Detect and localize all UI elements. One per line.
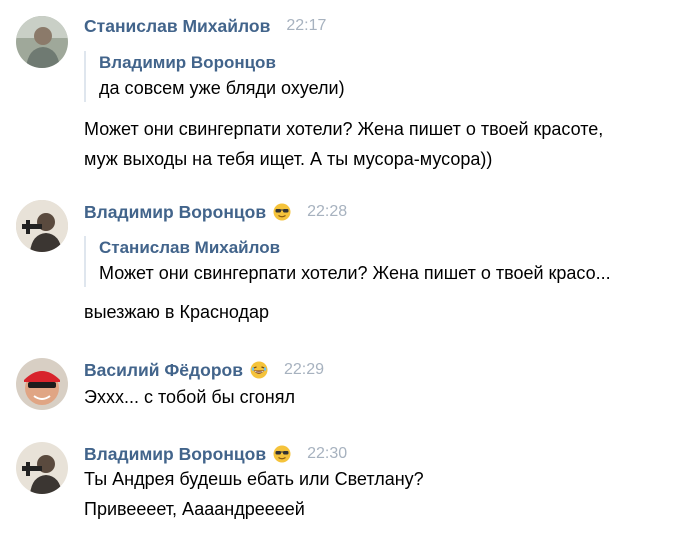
message-time[interactable]: 22:30 (307, 445, 347, 463)
avatar-stanislav[interactable] (16, 16, 68, 68)
message-text: Может они свингерпати хотели? Жена пишет… (84, 114, 603, 174)
quote-author: Владимир Воронцов (99, 53, 276, 72)
avatar-vasily[interactable] (16, 358, 68, 410)
message-line: муж выходы на тебя ищет. А ты мусора-мус… (84, 149, 493, 169)
chat-history: Станислав Михайлов 22:17 Владимир Воронц… (0, 0, 699, 538)
avatar-vladimir[interactable] (16, 442, 68, 494)
message-time[interactable]: 22:28 (307, 203, 347, 221)
quoted-message[interactable]: Станислав Михайлов Может они свингерпати… (84, 236, 684, 287)
message-time[interactable]: 22:29 (284, 361, 324, 379)
author-name[interactable]: Станислав Михайлов (84, 16, 270, 37)
author-name[interactable]: Владимир Воронцов (84, 202, 266, 223)
quote-text: да совсем уже бляди охуели) (99, 78, 345, 98)
message-header: Василий Фёдоров 22:29 (84, 358, 324, 382)
author-name[interactable]: Владимир Воронцов (84, 444, 266, 465)
message-text: Ты Андрея будешь ебать или Светлану? При… (84, 464, 424, 524)
message-text: выезжаю в Краснодар (84, 297, 269, 327)
message-line: Эххх... с тобой бы сгонял (84, 387, 295, 407)
message-header: Владимир Воронцов 22:30 (84, 442, 347, 466)
quote-author: Станислав Михайлов (99, 238, 281, 257)
message-header: Станислав Михайлов 22:17 (84, 14, 326, 38)
quote-text: Может они свингерпати хотели? Жена пишет… (99, 263, 611, 283)
sunglasses-emoji-icon (273, 445, 291, 463)
quoted-message[interactable]: Владимир Воронцов да совсем уже бляди ох… (84, 51, 684, 102)
author-name[interactable]: Василий Фёдоров (84, 360, 243, 381)
message-text: Эххх... с тобой бы сгонял (84, 382, 295, 412)
laughing-emoji-icon (250, 361, 268, 379)
message-header: Владимир Воронцов 22:28 (84, 200, 347, 224)
message-line: Ты Андрея будешь ебать или Светлану? (84, 469, 424, 489)
message-line: Привеееет, Аааандрееeей (84, 499, 305, 519)
avatar-vladimir[interactable] (16, 200, 68, 252)
message-line: выезжаю в Краснодар (84, 302, 270, 322)
message-time[interactable]: 22:17 (286, 17, 326, 35)
message-line: Может они свингерпати хотели? Жена пишет… (84, 119, 604, 139)
sunglasses-emoji-icon (273, 203, 291, 221)
